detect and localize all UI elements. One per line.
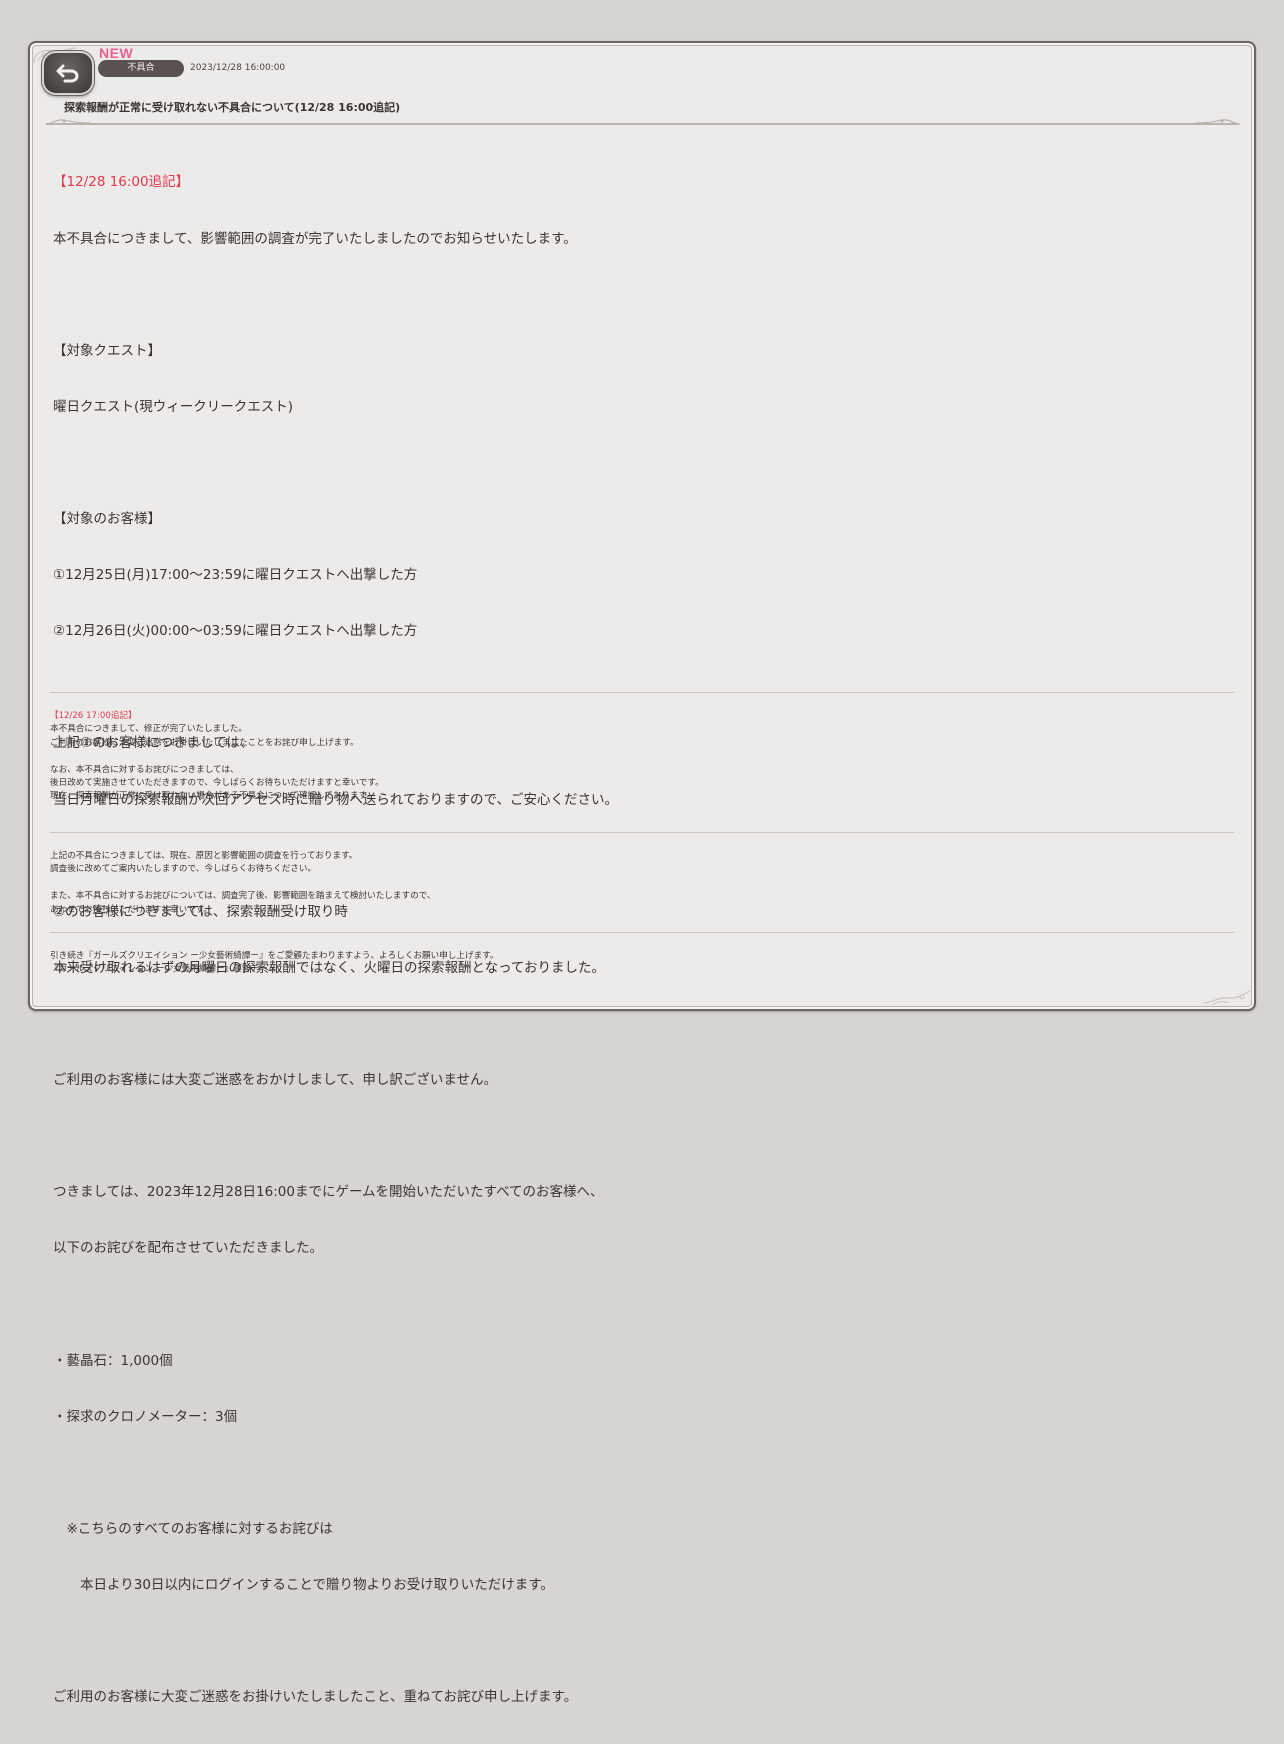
body-line — [50, 750, 1230, 763]
section-divider — [50, 692, 1234, 693]
title-divider — [46, 123, 1238, 125]
body-line: ご利用のお客様には大変ご迷惑をおかけしまして、申し訳ございません。 — [53, 1072, 498, 1089]
body-line: 引き続き『ガールズクリエイション ー少女藝術綺譚ー』をご愛顧たまわりますよう、よ… — [50, 951, 499, 961]
body-line: ・探求のクロノメーター：3個 — [53, 1408, 238, 1425]
body-line: 【対象クエスト】 — [53, 342, 161, 359]
back-button[interactable] — [42, 51, 94, 95]
category-badge: 不具合 — [98, 60, 184, 77]
rule-ornament-icon — [46, 119, 90, 125]
closing-section: 引き続き『ガールズクリエイション ー少女藝術綺譚ー』をご愛顧たまわりますよう、よ… — [50, 950, 1230, 977]
body-line: 本不具合につきまして、修正が完了いたしました。 — [50, 724, 247, 735]
body-line — [53, 286, 1233, 305]
notice-body: 【12/28 16:00追記】 本不具合につきまして、影響範囲の調査が完了いたし… — [53, 136, 1233, 1744]
body-line — [53, 454, 1233, 473]
body-line: 曜日クエスト(現ウィークリークエスト) — [53, 398, 294, 415]
body-line: ※こちらのすべてのお客様に対するお詫びは — [53, 1520, 333, 1537]
body-line: 現在、探索報酬が正常に受け取れない場合がある不具合について確認しております。 — [50, 791, 375, 802]
new-badge: NEW — [99, 45, 134, 61]
post-date: 2023/12/28 16:00:00 — [190, 63, 286, 73]
body-line: 本不具合につきまして、影響範囲の調査が完了いたしましたのでお知らせいたします。 — [53, 230, 577, 247]
section-divider — [50, 932, 1234, 933]
body-line: 上記の不具合につきましては、現在、原因と影響範囲の調査を行っております。 — [50, 851, 358, 861]
notice-title: 探索報酬が正常に受け取れない不具合について(12/28 16:00追記) — [64, 101, 401, 114]
signature-line: 『ガールズクリエイション ー少女藝術綺譚ー』運営チーム — [50, 964, 276, 975]
body-line: 調査後に改めてご案内いたしますので、今しばらくお待ちください。 — [50, 864, 317, 875]
update-section-1226: 【12/26 17:00追記】 本不具合につきまして、修正が完了いたしました。 … — [50, 710, 1230, 804]
section-divider — [50, 832, 1234, 833]
body-line: つきましては、2023年12月28日16:00までにゲームを開始いただいたすべて… — [53, 1184, 604, 1201]
rule-ornament-icon — [1196, 119, 1240, 125]
body-line — [53, 1632, 1233, 1651]
body-line — [53, 678, 1233, 697]
notice-panel: NEW 不具合 2023/12/28 16:00:00 探索報酬が正常に受け取れ… — [28, 41, 1256, 1705]
body-line: なお、本不具合に対するお詫びにつきましては、 — [50, 764, 239, 775]
body-line — [53, 1296, 1233, 1315]
body-line: 【対象のお客様】 — [53, 511, 161, 528]
body-line: ①12月25日(月)17:00～23:59に曜日クエストへ出撃した方 — [53, 567, 418, 584]
body-line — [53, 1015, 1233, 1034]
update-heading: 【12/28 16:00追記】 — [53, 174, 190, 191]
body-line: ・藝晶石：1,000個 — [53, 1352, 173, 1369]
body-line: ご利用のお客様に大変ご迷惑をお掛けいたしましたこと、重ねてお詫び申し上げます。 — [53, 1689, 578, 1706]
body-line: あわせてお待ちいただけますと幸いです。 — [50, 904, 212, 915]
update-heading: 【12/26 17:00追記】 — [50, 711, 137, 721]
body-line — [50, 877, 1230, 890]
body-line — [53, 1464, 1233, 1483]
original-notice-section: 上記の不具合につきましては、現在、原因と影響範囲の調査を行っております。 調査後… — [50, 850, 1230, 917]
body-line: ②12月26日(火)00:00～03:59に曜日クエストへ出撃した方 — [53, 623, 418, 640]
body-line — [53, 1127, 1233, 1146]
return-arrow-icon — [56, 64, 79, 83]
body-line: 本日より30日以内にログインすることで贈り物よりお受け取りいただけます。 — [53, 1577, 554, 1594]
corner-ornament-icon — [1203, 990, 1251, 1006]
body-line: 以下のお詫びを配布させていただきました。 — [53, 1240, 323, 1257]
body-line: また、本不具合に対するお詫びについては、調査完了後、影響範囲を踏まえて検討いたし… — [50, 891, 436, 902]
body-line: 後日改めて実施させていただきますので、今しばらくお待ちいただけますと幸いです。 — [50, 778, 384, 789]
body-line: ご利用のお客様に大変ご迷惑をお掛けいたしましたことをお詫び申し上げます。 — [50, 737, 359, 748]
